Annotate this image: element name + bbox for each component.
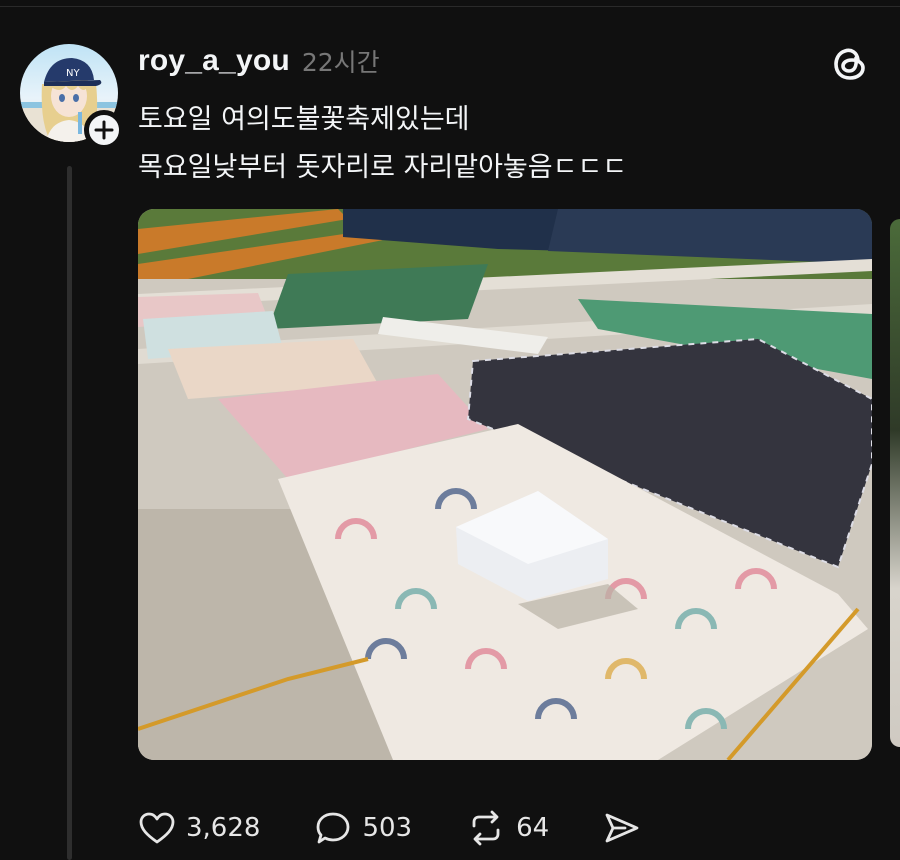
repost-icon xyxy=(472,810,500,846)
reply-count: 503 xyxy=(362,813,413,843)
repost-count: 64 xyxy=(516,813,550,843)
send-icon xyxy=(605,813,639,843)
like-count: 3,628 xyxy=(186,813,261,843)
photo-of-picnic-mats-on-stairs-icon xyxy=(138,209,872,760)
reply-button[interactable]: 503 xyxy=(314,810,412,846)
thread-line xyxy=(67,166,72,860)
comment-bubble-icon xyxy=(317,812,350,844)
follow-plus-button[interactable] xyxy=(84,110,124,150)
top-divider xyxy=(0,6,900,7)
svg-text:NY: NY xyxy=(66,68,80,79)
post-timestamp[interactable]: 22시간 xyxy=(302,43,380,79)
like-button[interactable]: 3,628 xyxy=(138,811,260,845)
post-photo[interactable] xyxy=(138,209,872,760)
repost-button[interactable]: 64 xyxy=(466,810,549,846)
share-button[interactable] xyxy=(603,811,641,845)
username-link[interactable]: roy_a_you xyxy=(138,44,290,78)
post-body: 토요일 여의도불꽃축제있는데 목요일낮부터 돗자리로 자리맡아놓음ㄷㄷㄷ xyxy=(138,96,858,192)
next-photo-preview[interactable] xyxy=(890,219,900,747)
author-avatar[interactable]: NY xyxy=(20,44,124,150)
post-text-line: 목요일낮부터 돗자리로 자리맡아놓음ㄷㄷㄷ xyxy=(138,152,628,183)
plus-icon xyxy=(94,120,114,140)
threads-logo-icon[interactable] xyxy=(830,43,870,83)
heart-icon xyxy=(139,812,175,844)
post-header: roy_a_you 22시간 xyxy=(138,42,380,80)
action-bar: 3,628 503 64 xyxy=(138,806,695,850)
post-text-line: 토요일 여의도불꽃축제있는데 xyxy=(138,104,470,135)
